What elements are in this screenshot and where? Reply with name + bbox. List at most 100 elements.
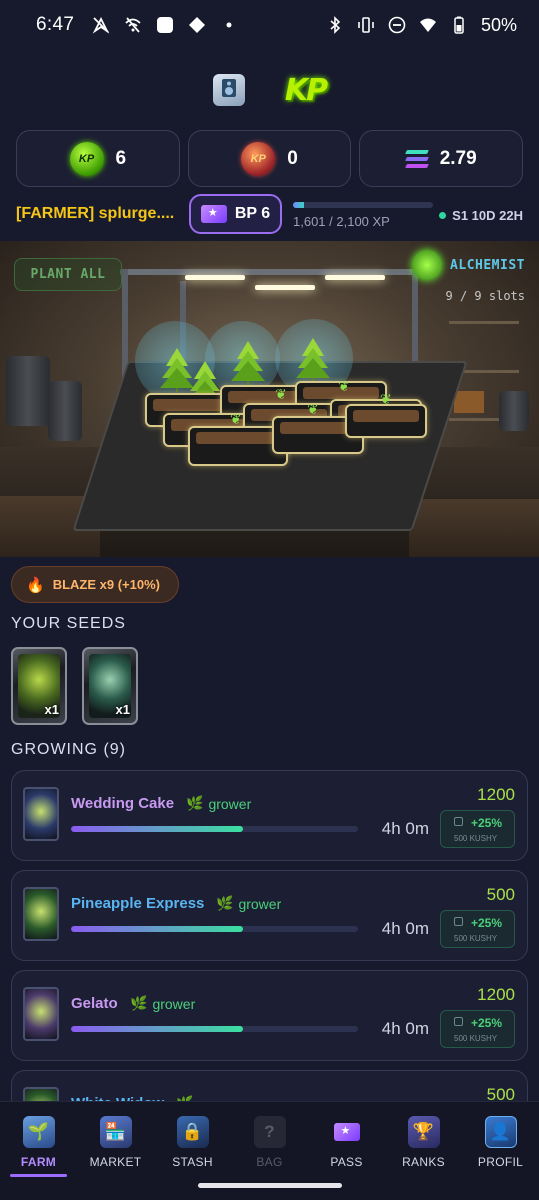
nav-item-ranks[interactable]: 🏆 RANKS [385, 1102, 462, 1200]
plant-pot[interactable] [345, 404, 427, 438]
role-label: grower [238, 895, 282, 912]
growing-card[interactable]: Pineapple Express 🌿 grower 4h 0m 500 +25% 500 … [11, 870, 528, 961]
xp-text: 1,601 / 2,100 XP [293, 214, 390, 229]
player-name[interactable]: [FARMER] splurge.... [16, 205, 174, 223]
fire-icon: 🔥 [26, 576, 45, 594]
sound-toggle-button[interactable] [212, 74, 245, 106]
grow-time-left: 4h 0m [381, 1019, 429, 1038]
kp-balance-card[interactable]: KP 6 [16, 130, 180, 187]
battle-pass-badge[interactable]: BP 6 [189, 194, 282, 234]
status-time: 6:47 [36, 14, 75, 35]
bluetooth-icon [326, 16, 344, 34]
harvest-reward: 500 [486, 885, 515, 904]
grow-lamp [255, 285, 315, 290]
mature-plant [296, 338, 330, 382]
alchemist-label: ALCHEMIST [450, 257, 525, 273]
scene-crate [409, 499, 539, 557]
seed-qty: x1 [44, 702, 59, 717]
strain-thumbnail [23, 787, 59, 841]
plant-all-button[interactable]: PLANT ALL [14, 258, 122, 291]
seed-qty: x1 [115, 702, 130, 717]
grow-progress-bar [71, 826, 358, 832]
growing-title: GROWING (9) [11, 741, 126, 758]
nav-item-farm[interactable]: 🌱 FARM [0, 1102, 77, 1200]
leaf-icon: 🌿 [186, 795, 204, 811]
solana-icon [404, 149, 429, 168]
strain-name: Wedding Cake [71, 795, 175, 812]
slots-counter: 9 / 9 slots [445, 289, 525, 303]
home-indicator[interactable] [198, 1183, 342, 1188]
seed-card[interactable]: x1 [82, 647, 138, 725]
strain-role: 🌿grower [130, 995, 195, 1012]
nav-label: RANKS [402, 1155, 445, 1169]
nav-label: STASH [172, 1155, 213, 1169]
strain-name: Pineapple Express [71, 895, 205, 912]
kp-balance: 6 [115, 147, 127, 169]
sprout-icon: ❦ [230, 411, 242, 427]
role-label: grower [208, 795, 252, 812]
sol-balance: 2.79 [439, 147, 477, 169]
seeds-title: YOUR SEEDS [11, 615, 126, 632]
bonus-cost: 500 KUSHY [454, 834, 498, 843]
grow-progress-fill [71, 826, 244, 832]
lock-icon [454, 917, 463, 926]
xp-bar [293, 202, 433, 208]
kush-balance: 0 [287, 147, 298, 169]
growing-card[interactable]: Gelato 🌿 grower 4h 0m 1200 +25% 500 KUSHY [11, 970, 528, 1061]
sprout-icon: ❦ [338, 378, 350, 394]
battery-percent: 50% [480, 14, 517, 35]
alchemist-role[interactable]: ALCHEMIST [412, 250, 525, 280]
seed-card[interactable]: x1 [11, 647, 67, 725]
xp-bar-fill [293, 202, 305, 208]
sol-balance-card[interactable]: 2.79 [359, 130, 524, 187]
currency-row: KP 6 KP 0 2.79 [16, 130, 524, 187]
lock-icon [454, 817, 463, 826]
growing-card[interactable]: Wedding Cake 🌿 grower 4h 0m 1200 +25% 500 KUSH… [11, 770, 528, 861]
app-square-icon [156, 16, 174, 34]
nav-label: PROFIL [477, 1155, 524, 1169]
wifi-icon [419, 16, 437, 34]
navigation-slash-icon [92, 16, 110, 34]
grow-progress-bar [71, 1026, 358, 1032]
app-logo: KP [284, 72, 328, 108]
ticket-icon [331, 1116, 363, 1148]
profile-row: [FARMER] splurge.... BP 6 1,601 / 2,100 … [16, 194, 523, 234]
grow-lamp [185, 275, 245, 280]
nav-item-profil[interactable]: 👤 PROFIL [462, 1102, 539, 1200]
wifi-off-icon [124, 16, 142, 34]
lock-icon [454, 1017, 463, 1026]
sprout-icon: ❦ [307, 401, 319, 417]
kush-balance-card[interactable]: KP 0 [187, 130, 352, 187]
farm-icon: 🌱 [22, 1116, 55, 1148]
dot-icon [220, 16, 238, 34]
live-dot-icon [439, 212, 447, 219]
app-header: KP [0, 68, 539, 112]
mature-plant [231, 341, 265, 385]
stash-icon: 🔒 [176, 1116, 209, 1148]
leaf-icon: 🌿 [216, 895, 234, 911]
boost-bonus-button[interactable]: +25% 500 KUSHY [440, 910, 515, 948]
nav-label: FARM [20, 1155, 57, 1169]
grow-lamp [325, 275, 385, 280]
grow-progress-bar [71, 926, 358, 932]
blaze-boost-label: BLAZE x9 (+10%) [52, 577, 160, 592]
profile-icon: 👤 [484, 1116, 517, 1148]
grow-time-left: 4h 0m [381, 819, 429, 838]
strain-role: 🌿grower [186, 795, 251, 812]
bp-level: BP 6 [234, 205, 271, 222]
bonus-percent: +25% [471, 1016, 503, 1030]
battery-icon [450, 16, 468, 34]
trophy-icon: 🏆 [407, 1116, 440, 1148]
strain-role: 🌿grower [216, 895, 281, 912]
grow-progress-fill [71, 1026, 244, 1032]
boost-bonus-button[interactable]: +25% 500 KUSHY [440, 810, 515, 848]
nav-item-market[interactable]: 🏪 MARKET [77, 1102, 154, 1200]
scene-barrel [6, 356, 50, 426]
speaker-icon [218, 77, 240, 104]
leaf-icon: 🌿 [130, 995, 148, 1011]
boost-bonus-button[interactable]: +25% 500 KUSHY [440, 1010, 515, 1048]
xp-progress: 1,601 / 2,100 XP [293, 202, 433, 229]
nav-label: BAG [256, 1155, 283, 1169]
vibrate-icon [357, 16, 375, 34]
blaze-boost-badge[interactable]: 🔥 BLAZE x9 (+10%) [11, 566, 179, 603]
